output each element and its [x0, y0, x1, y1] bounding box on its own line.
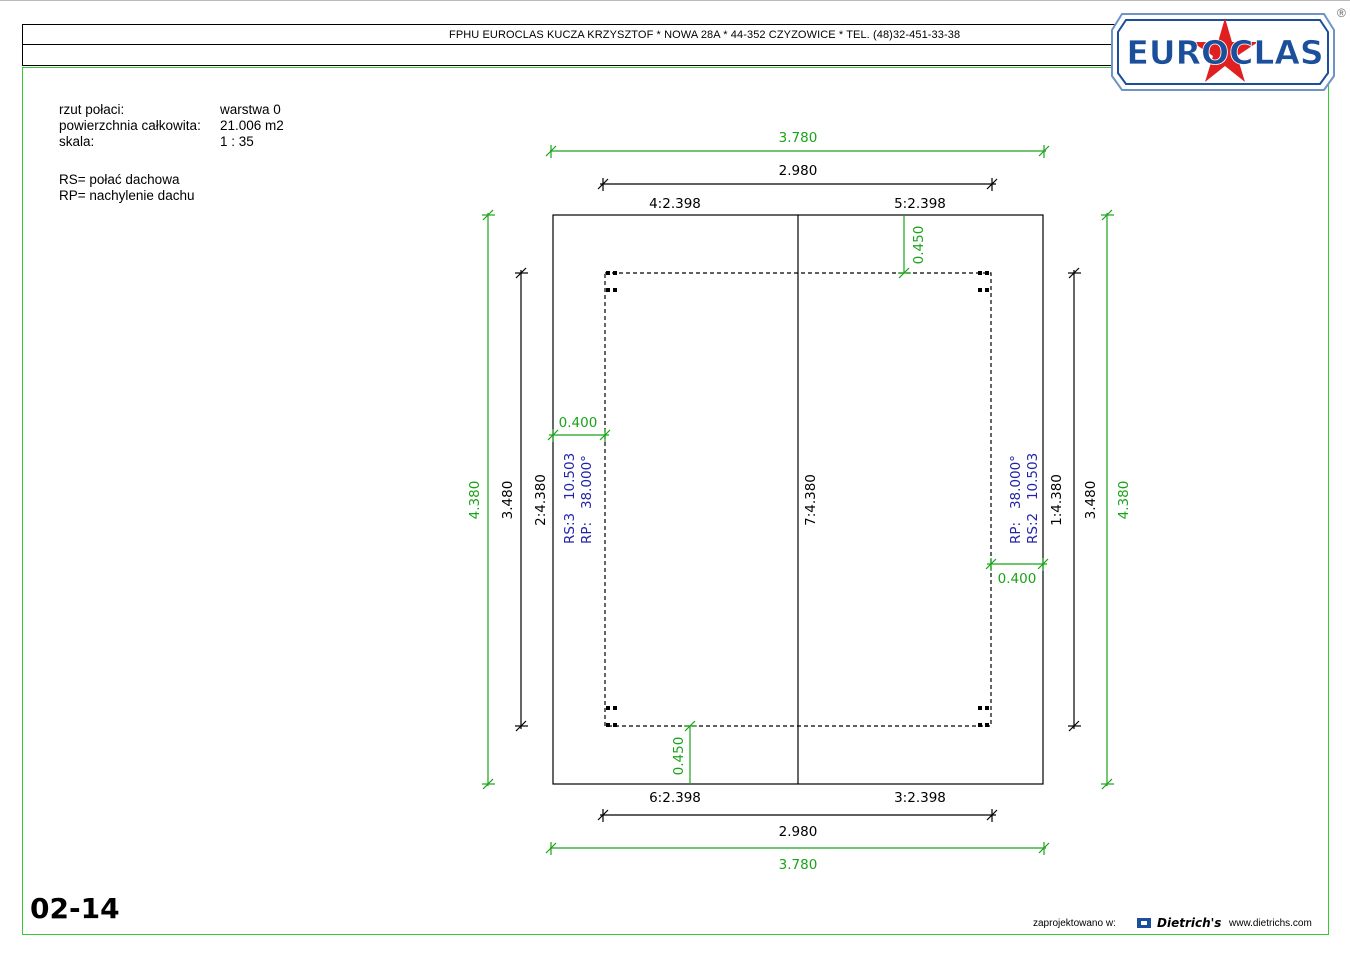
dim-left-outer: 4.380 [467, 481, 483, 520]
edge-right: 1:4.380 [1049, 474, 1065, 526]
left-rs-label: RS:3 10.503 [562, 453, 578, 544]
dim-left-inner: 3.480 [500, 481, 516, 520]
edge-top-left: 4:2.398 [649, 196, 701, 212]
dim-bottom-offset: 0.450 [671, 737, 687, 776]
roof-plan-drawing: 3.780 2.980 4:2.398 5:2.398 0.450 6:2.39… [467, 130, 1132, 873]
dim-right-outer: 4.380 [1116, 481, 1132, 520]
dim-top-offset: 0.450 [911, 226, 927, 265]
ridge-label: 7:4.380 [803, 474, 819, 526]
dim-right-offset: 0.400 [998, 571, 1037, 587]
dietrichs-logo-icon [1137, 918, 1151, 928]
dim-top-outer: 3.780 [779, 130, 818, 146]
dim-bottom-inner: 2.980 [779, 824, 818, 840]
edge-bottom-right: 3:2.398 [894, 790, 946, 806]
website-link[interactable]: www.dietrichs.com [1229, 918, 1312, 929]
dim-top-inner: 2.980 [779, 163, 818, 179]
right-rs-label: RS:2 10.503 [1025, 453, 1041, 544]
dim-left-offset: 0.400 [559, 415, 598, 431]
right-rp-label: RP: 38.000° [1008, 455, 1024, 544]
edge-bottom-left: 6:2.398 [649, 790, 701, 806]
dim-right-inner: 3.480 [1083, 481, 1099, 520]
designed-in-label: zaprojektowano w: [1033, 918, 1116, 929]
edge-top-right: 5:2.398 [894, 196, 946, 212]
edge-left: 2:4.380 [533, 474, 549, 526]
left-rp-label: RP: 38.000° [579, 455, 595, 544]
brand-name: Dietrich's [1157, 916, 1222, 930]
dim-bottom-outer: 3.780 [779, 857, 818, 873]
sheet-number: 02-14 [30, 892, 120, 925]
